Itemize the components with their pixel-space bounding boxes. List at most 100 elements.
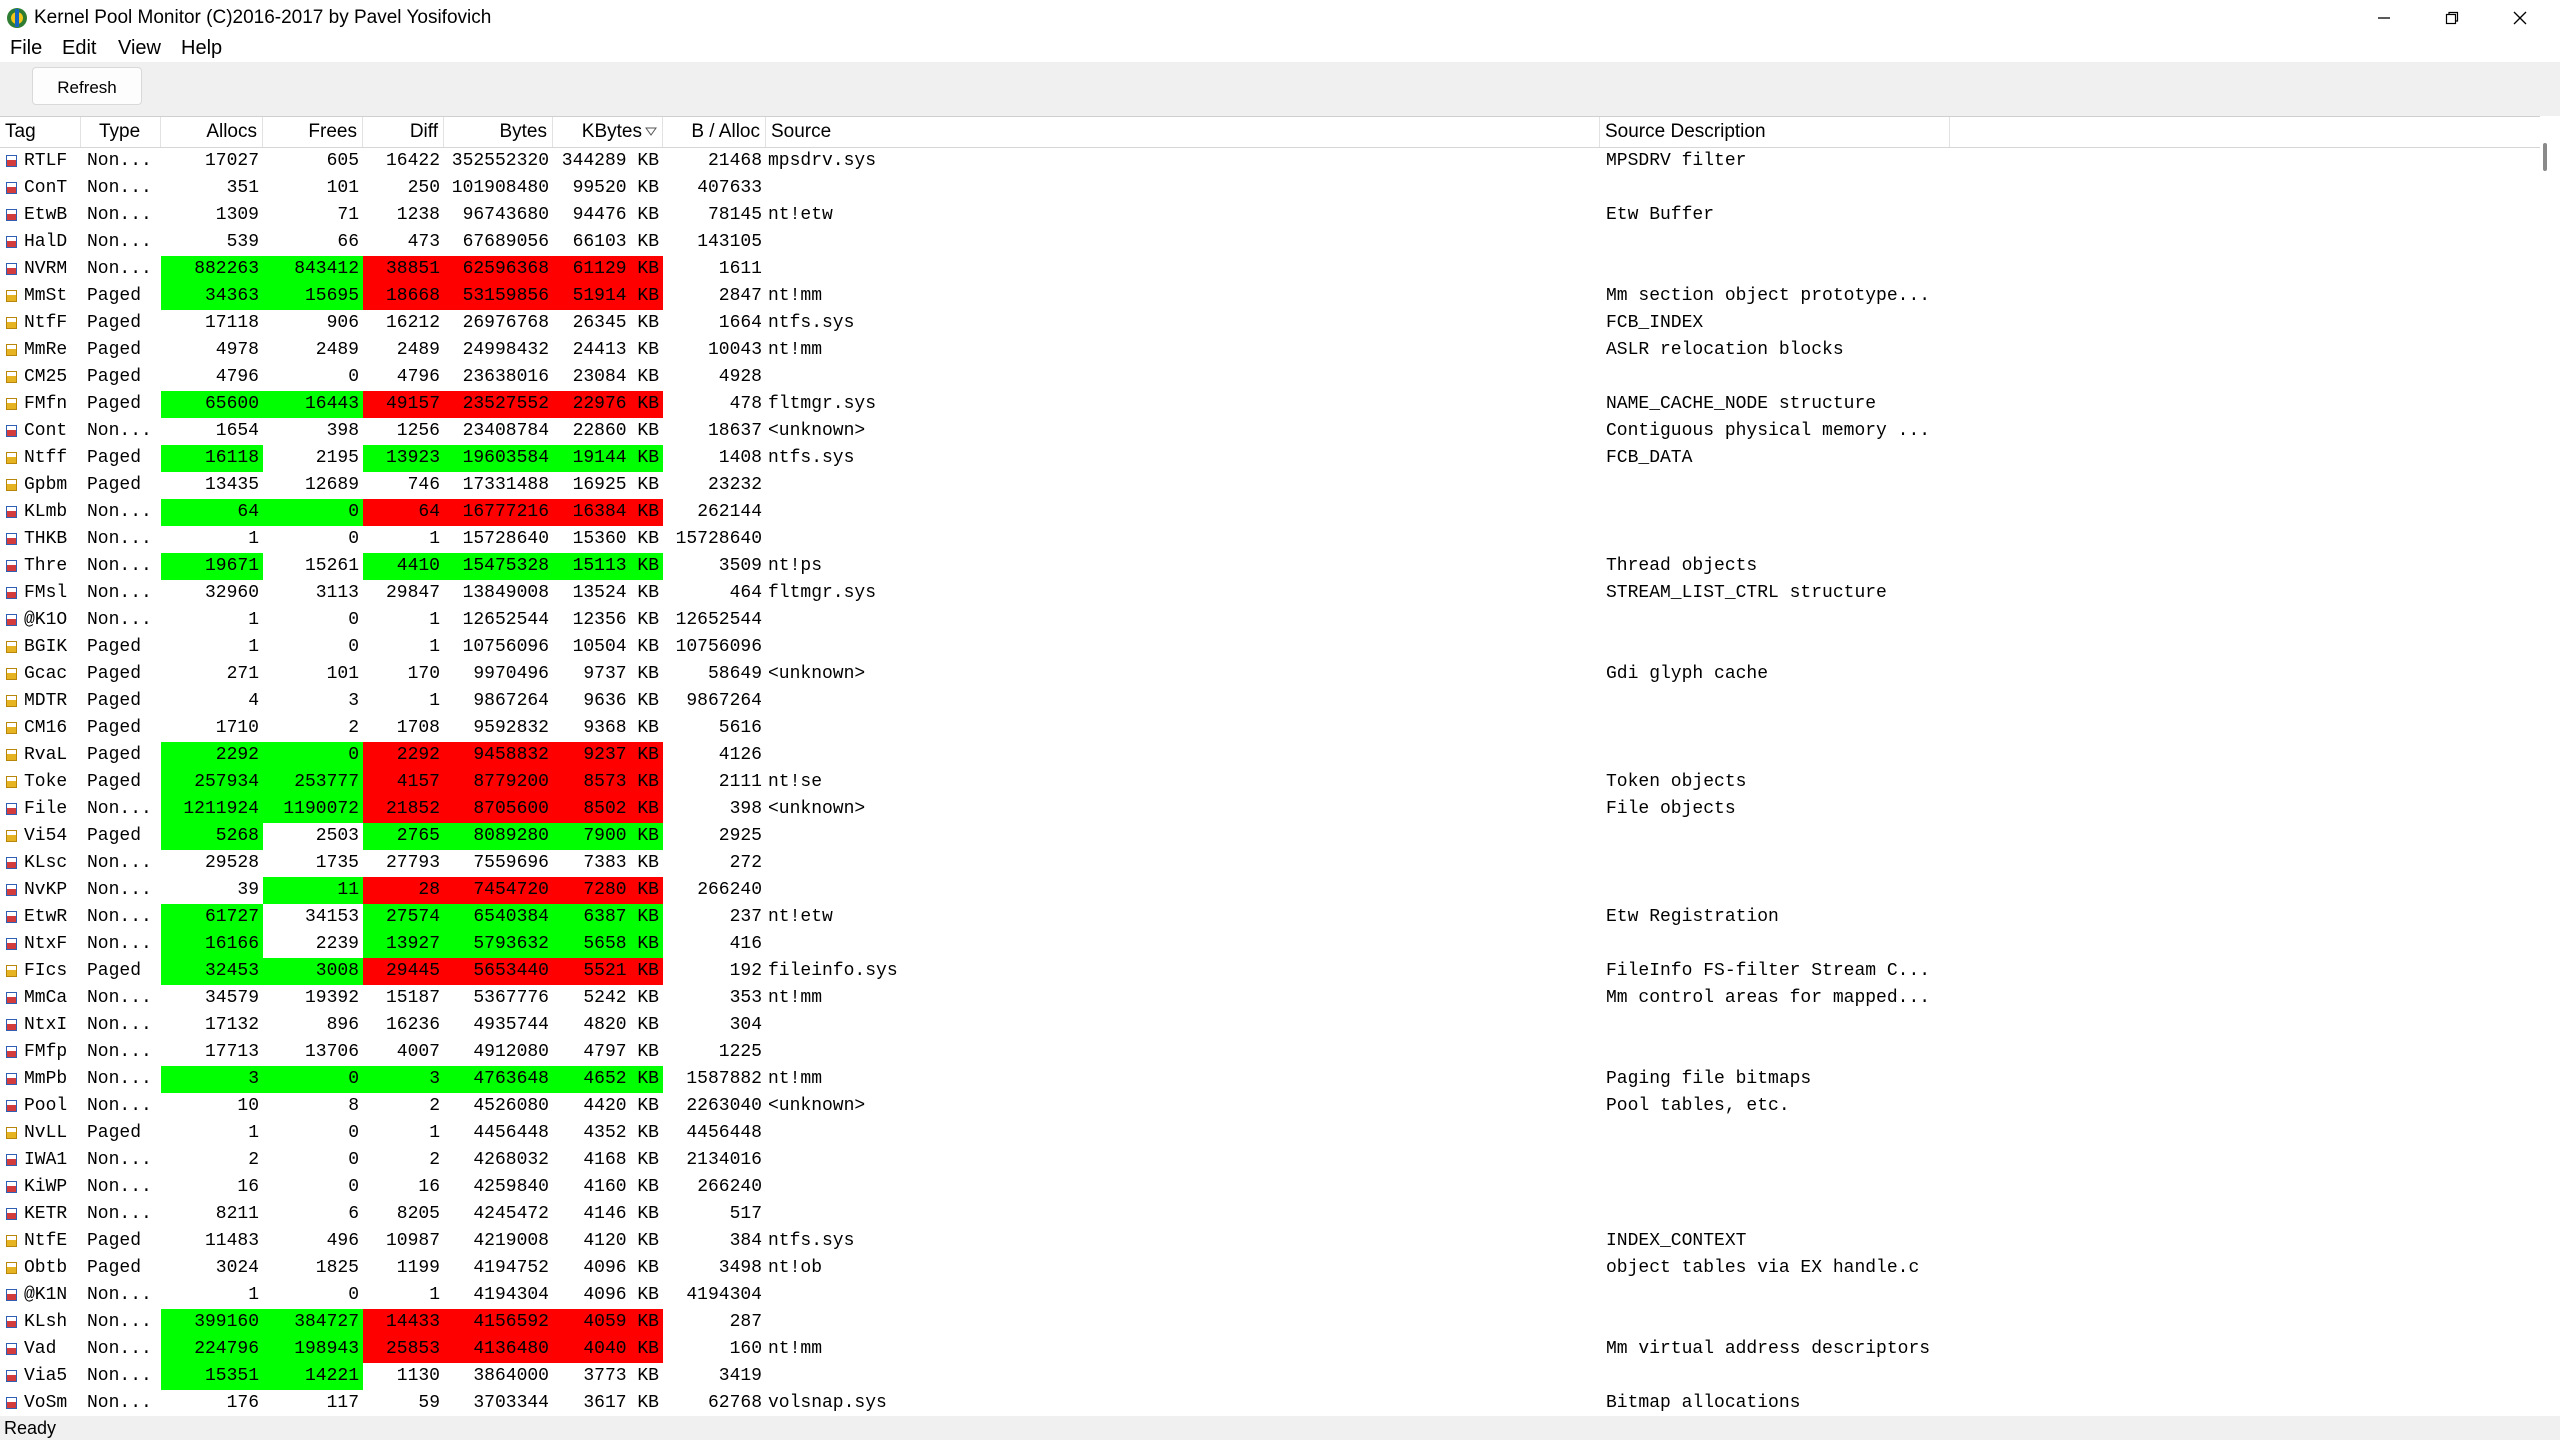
- table-row[interactable]: CM25 Paged 4796 0 4796 23638016 23084 KB 4928: [0, 364, 2540, 391]
- table-row[interactable]: VoSm Non... 176 117 59 3703344 3617 KB 62768 vol…: [0, 1390, 2540, 1416]
- table-row[interactable]: ConT Non... 351 101 250 101908480 99520 KB 4076…: [0, 175, 2540, 202]
- table-row[interactable]: MmRe Paged 4978 2489 2489 24998432 24413 KB 100…: [0, 337, 2540, 364]
- table-row[interactable]: Gpbm Paged 13435 12689 746 17331488 16925 KB 23…: [0, 472, 2540, 499]
- nonpaged-pool-icon: [6, 803, 17, 815]
- table-row[interactable]: NtfF Paged 17118 906 16212 26976768 26345 KB 16…: [0, 310, 2540, 337]
- menu-view[interactable]: View: [118, 36, 161, 60]
- menu-file[interactable]: File: [10, 36, 42, 60]
- table-row[interactable]: NtxF Non... 16166 2239 13927 5793632 5658 KB 41…: [0, 931, 2540, 958]
- scrollbar-thumb[interactable]: [2543, 143, 2547, 171]
- table-row[interactable]: KLmb Non... 64 0 64 16777216 16384 KB 262144: [0, 499, 2540, 526]
- table-row[interactable]: Vi54 Paged 5268 2503 2765 8089280 7900 KB 2925: [0, 823, 2540, 850]
- table-row[interactable]: NvKP Non... 39 11 28 7454720 7280 KB 266240: [0, 877, 2540, 904]
- table-row[interactable]: Obtb Paged 3024 1825 1199 4194752 4096 KB 3498 n…: [0, 1255, 2540, 1282]
- cell-desc: Mm section object prototype...: [1606, 286, 1931, 306]
- table-row[interactable]: KETR Non... 8211 6 8205 4245472 4146 KB 517: [0, 1201, 2540, 1228]
- pool-list[interactable]: Tag Type Allocs Frees Diff Bytes KBytes …: [0, 116, 2560, 1417]
- cell-frees: 12689: [304, 475, 359, 495]
- cell-frees: 384727: [263, 1309, 363, 1336]
- cell-frees: 0: [348, 610, 359, 630]
- table-row[interactable]: NtfE Paged 11483 496 10987 4219008 4120 KB 384 n…: [0, 1228, 2540, 1255]
- column-header-bytes[interactable]: Bytes: [444, 117, 553, 147]
- table-row[interactable]: FMfp Non... 17713 13706 4007 4912080 4797 KB 12…: [0, 1039, 2540, 1066]
- table-row[interactable]: NvLL Paged 1 0 1 4456448 4352 KB 4456448: [0, 1120, 2540, 1147]
- column-header-bytes-per-alloc[interactable]: B / Alloc: [663, 117, 766, 147]
- table-row[interactable]: KLsh Non... 399160 384727 14433 4156592 4059 K…: [0, 1309, 2540, 1336]
- table-row[interactable]: Vad Non... 224796 198943 25853 4136480 4040 KB…: [0, 1336, 2540, 1363]
- cell-bpa: 62768: [707, 1393, 762, 1413]
- nonpaged-pool-icon: [6, 857, 17, 869]
- cell-allocs: 29528: [204, 853, 259, 873]
- cell-kbytes: 16384 KB: [553, 499, 663, 526]
- table-row[interactable]: Cont Non... 1654 398 1256 23408784 22860 KB 186…: [0, 418, 2540, 445]
- column-header-type[interactable]: Type: [81, 117, 161, 147]
- cell-source: [766, 877, 1600, 904]
- refresh-button[interactable]: Refresh: [32, 67, 142, 105]
- cell-desc: [1600, 931, 2300, 958]
- table-row[interactable]: FIcs Paged 32453 3008 29445 5653440 5521 KB 192…: [0, 958, 2540, 985]
- table-row[interactable]: @K1O Non... 1 0 1 12652544 12356 KB 12652544: [0, 607, 2540, 634]
- table-row[interactable]: IWA1 Non... 2 0 2 4268032 4168 KB 2134016: [0, 1147, 2540, 1174]
- vertical-scrollbar[interactable]: [2540, 116, 2560, 1416]
- table-row[interactable]: @K1N Non... 1 0 1 4194304 4096 KB 4194304: [0, 1282, 2540, 1309]
- cell-desc: MPSDRV filter: [1606, 151, 1747, 171]
- table-row[interactable]: Thre Non... 19671 15261 4410 15475328 15113 KB…: [0, 553, 2540, 580]
- table-row[interactable]: MmPb Non... 3 0 3 4763648 4652 KB 1587882 nt!mm P…: [0, 1066, 2540, 1093]
- table-row[interactable]: EtwR Non... 61727 34153 27574 6540384 6387 KB 2…: [0, 904, 2540, 931]
- table-row[interactable]: RTLF Non... 17027 605 16422 352552320 344289 K…: [0, 148, 2540, 175]
- cell-bytes: 16777216: [444, 499, 553, 526]
- cell-bpa: 384: [729, 1231, 762, 1251]
- nonpaged-pool-icon: [6, 1019, 17, 1031]
- column-header-source[interactable]: Source: [766, 117, 1600, 147]
- table-row[interactable]: RvaL Paged 2292 0 2292 9458832 9237 KB 4126: [0, 742, 2540, 769]
- table-row[interactable]: MDTR Paged 4 3 1 9867264 9636 KB 9867264: [0, 688, 2540, 715]
- cell-bytes: 53159856: [444, 283, 553, 310]
- menu-edit[interactable]: Edit: [62, 36, 96, 60]
- cell-frees: 2195: [315, 448, 359, 468]
- table-row[interactable]: KiWP Non... 16 0 16 4259840 4160 KB 266240: [0, 1174, 2540, 1201]
- table-row[interactable]: Toke Paged 257934 253777 4157 8779200 8573 KB 2…: [0, 769, 2540, 796]
- table-row[interactable]: Gcac Paged 271 101 170 9970496 9737 KB 58649 <un…: [0, 661, 2540, 688]
- table-row[interactable]: BGIK Paged 1 0 1 10756096 10504 KB 10756096: [0, 634, 2540, 661]
- table-row[interactable]: HalD Non... 539 66 473 67689056 66103 KB 143105: [0, 229, 2540, 256]
- table-row[interactable]: THKB Non... 1 0 1 15728640 15360 KB 15728640: [0, 526, 2540, 553]
- column-header-tag[interactable]: Tag: [0, 117, 81, 147]
- table-row[interactable]: MmCa Non... 34579 19392 15187 5367776 5242 KB 3…: [0, 985, 2540, 1012]
- table-row[interactable]: EtwB Non... 1309 71 1238 96743680 94476 KB 7814…: [0, 202, 2540, 229]
- menu-help[interactable]: Help: [181, 36, 222, 60]
- column-header-allocs[interactable]: Allocs: [161, 117, 263, 147]
- cell-type: Paged: [87, 286, 142, 306]
- cell-allocs: 539: [226, 232, 259, 252]
- table-row[interactable]: CM16 Paged 1710 2 1708 9592832 9368 KB 5616: [0, 715, 2540, 742]
- cell-allocs: 16118: [161, 445, 263, 472]
- column-header-diff[interactable]: Diff: [363, 117, 444, 147]
- close-button[interactable]: [2486, 0, 2554, 36]
- paged-pool-icon: [6, 1235, 17, 1247]
- table-row[interactable]: KLsc Non... 29528 1735 27793 7559696 7383 KB 27…: [0, 850, 2540, 877]
- cell-type: Paged: [87, 340, 142, 360]
- cell-allocs: 11483: [204, 1231, 259, 1251]
- cell-bpa: 9867264: [686, 691, 762, 711]
- table-row[interactable]: FMsl Non... 32960 3113 29847 13849008 13524 KB…: [0, 580, 2540, 607]
- nonpaged-pool-icon: [6, 884, 17, 896]
- cell-type: Paged: [87, 1123, 142, 1143]
- cell-source: [766, 229, 1600, 256]
- table-row[interactable]: File Non... 1211924 1190072 21852 8705600 8502…: [0, 796, 2540, 823]
- table-row[interactable]: Ntff Paged 16118 2195 13923 19603584 19144 KB 1…: [0, 445, 2540, 472]
- table-row[interactable]: Via5 Non... 15351 14221 1130 3864000 3773 KB 34…: [0, 1363, 2540, 1390]
- table-row[interactable]: MmSt Paged 34363 15695 18668 53159856 51914 KB…: [0, 283, 2540, 310]
- cell-frees: 0: [348, 1177, 359, 1197]
- paged-pool-icon: [6, 722, 17, 734]
- column-header-source-description[interactable]: Source Description: [1600, 117, 1950, 147]
- table-row[interactable]: FMfn Paged 65600 16443 49157 23527552 22976 KB…: [0, 391, 2540, 418]
- table-row[interactable]: Pool Non... 10 8 2 4526080 4420 KB 2263040 <unkn…: [0, 1093, 2540, 1120]
- column-header-frees[interactable]: Frees: [263, 117, 363, 147]
- restore-button[interactable]: [2418, 0, 2486, 36]
- column-header-kbytes[interactable]: KBytes: [553, 117, 663, 147]
- table-row[interactable]: NVRM Non... 882263 843412 38851 62596368 61129…: [0, 256, 2540, 283]
- table-row[interactable]: NtxI Non... 17132 896 16236 4935744 4820 KB 304: [0, 1012, 2540, 1039]
- minimize-button[interactable]: [2350, 0, 2418, 36]
- cell-source: [766, 499, 1600, 526]
- cell-source: nt!etw: [768, 205, 833, 225]
- cell-allocs: 17132: [204, 1015, 259, 1035]
